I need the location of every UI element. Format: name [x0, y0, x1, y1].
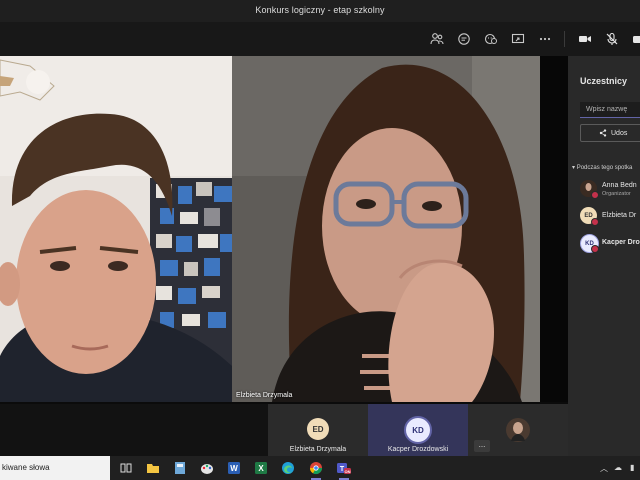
participant-video-right[interactable]: [540, 56, 568, 402]
word-icon[interactable]: W: [226, 460, 242, 476]
share-icon[interactable]: [508, 29, 528, 49]
more-participants-button[interactable]: ...: [474, 440, 490, 452]
file-explorer-icon[interactable]: [145, 460, 161, 476]
mic-muted-indicator: [591, 218, 599, 226]
share-invite-button[interactable]: Udos: [580, 124, 640, 142]
participant-video-main[interactable]: Elzbieta Drzymala: [232, 56, 540, 402]
share-icon: [599, 129, 607, 137]
chrome-icon[interactable]: [308, 460, 324, 480]
participant-tile-name: Elzbieta Drzymala: [289, 446, 347, 453]
title-bar: Konkurs logiczny - etap szkolny: [0, 0, 640, 22]
avatar: ED: [307, 418, 329, 440]
svg-text:W: W: [230, 464, 238, 473]
mic-muted-indicator: [591, 191, 599, 199]
participant-tile-name: Kacper Drozdowski: [387, 446, 449, 453]
section-header[interactable]: ▾ Podczas tego spotka: [572, 164, 632, 171]
participants-icon[interactable]: [427, 29, 447, 49]
chat-icon[interactable]: [454, 29, 474, 49]
cloud-icon[interactable]: ☁: [614, 463, 622, 472]
participant-strip: ED Elzbieta Drzymala KD Kacper Drozdowsk…: [0, 404, 568, 456]
avatar: KD: [404, 416, 432, 444]
excel-icon[interactable]: X: [253, 460, 269, 476]
task-view-icon[interactable]: [118, 460, 134, 476]
participant-row[interactable]: ED Elzbieta Dr: [580, 205, 640, 227]
teams-icon[interactable]: T ON: [336, 460, 352, 480]
tray-chevron-up-icon[interactable]: ︿: [600, 463, 608, 474]
window-title: Konkurs logiczny - etap szkolny: [255, 5, 385, 15]
participant-video-left[interactable]: [0, 56, 232, 402]
mic-muted-indicator: [591, 245, 599, 253]
participant-tile[interactable]: ED Elzbieta Drzymala: [268, 404, 368, 456]
participant-search-input[interactable]: Wpisz nazwę: [580, 102, 640, 118]
calculator-icon[interactable]: [172, 460, 188, 476]
participant-role: Organizator: [602, 191, 631, 197]
participant-name: Anna Bedn: [602, 182, 637, 189]
windows-taskbar: kiwane słowa W X T ON ︿ ☁ ▮: [0, 456, 640, 480]
video-stage: Elzbieta Drzymala: [0, 56, 568, 408]
svg-text:X: X: [258, 464, 264, 473]
toolbar-divider: [564, 31, 565, 47]
panel-title: Uczestnicy: [580, 76, 628, 86]
more-options-icon[interactable]: [535, 29, 555, 49]
leave-icon[interactable]: [628, 29, 640, 49]
taskbar-search-input[interactable]: kiwane słowa: [0, 456, 110, 480]
participants-panel: Uczestnicy Wpisz nazwę Udos ▾ Podczas te…: [568, 56, 640, 456]
paint-icon[interactable]: [199, 460, 215, 476]
participant-row[interactable]: Anna Bedn Organizator: [580, 178, 640, 200]
svg-text:ON: ON: [345, 469, 351, 474]
network-icon[interactable]: ▮: [630, 463, 634, 472]
participant-name: Kacper Dro: [602, 239, 640, 246]
participant-row[interactable]: KD Kacper Dro: [580, 232, 640, 254]
main-video-name-label: Elzbieta Drzymala: [236, 392, 293, 399]
share-label: Udos: [611, 130, 628, 137]
mic-off-icon[interactable]: [602, 29, 622, 49]
edge-icon[interactable]: [280, 460, 296, 476]
reactions-icon[interactable]: [481, 29, 501, 49]
meeting-toolbar: [0, 22, 640, 56]
participant-tile-active[interactable]: KD Kacper Drozdowski: [368, 404, 468, 456]
section-label: Podczas tego spotka: [576, 165, 633, 171]
avatar-photo: [506, 418, 530, 442]
participant-name: Elzbieta Dr: [602, 212, 637, 219]
camera-icon[interactable]: [575, 29, 595, 49]
